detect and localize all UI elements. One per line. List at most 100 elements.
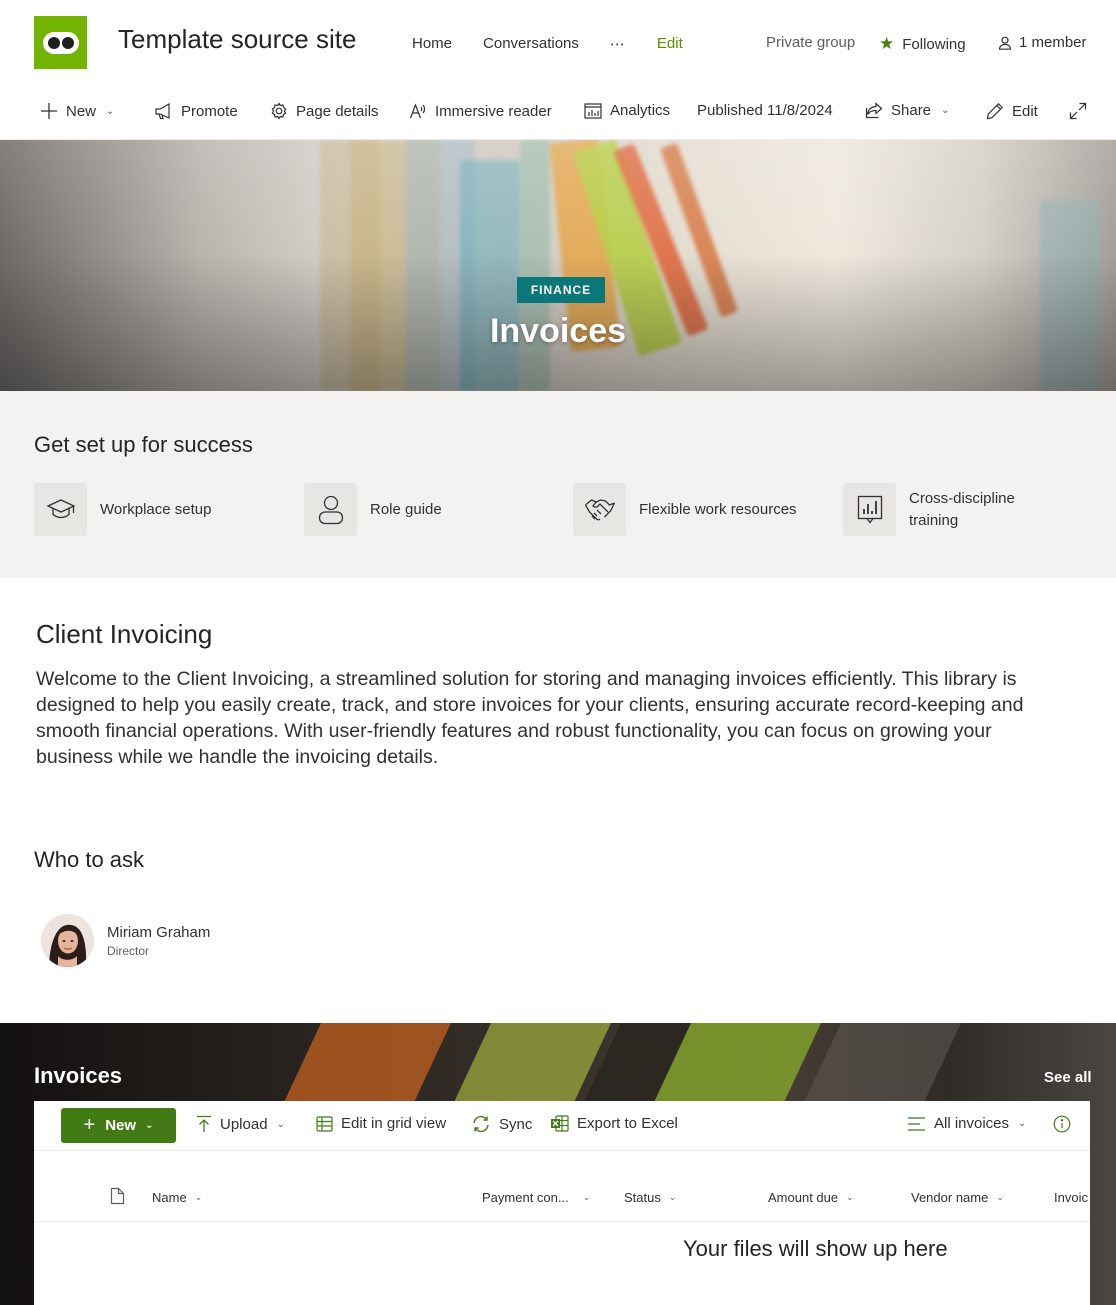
share-icon — [865, 102, 883, 119]
upload-button[interactable]: Upload ⌄ — [196, 1115, 285, 1133]
quick-link-workplace-setup[interactable]: Workplace setup — [34, 483, 211, 536]
new-label: New — [66, 102, 97, 120]
column-header-label: Name — [152, 1190, 187, 1205]
quick-links-section: Get set up for success Workplace setup R… — [0, 391, 1116, 578]
info-icon — [1053, 1115, 1071, 1133]
megaphone-icon — [155, 102, 170, 120]
promote-button[interactable]: Promote — [154, 102, 238, 120]
plus-icon: + — [83, 1114, 96, 1136]
analytics-icon — [584, 102, 602, 119]
nav-home-link[interactable]: Home — [412, 35, 452, 53]
expand-icon — [1069, 102, 1087, 120]
quick-link-label: Role guide — [370, 500, 442, 518]
column-header-label: Amount due — [768, 1190, 839, 1205]
grid-icon — [316, 1115, 333, 1132]
site-logo[interactable] — [34, 16, 87, 69]
see-all-link[interactable]: See all — [1044, 1069, 1092, 1086]
immersive-reader-button[interactable]: Immersive reader — [409, 102, 552, 120]
column-header-name[interactable]: Name ⌄ — [152, 1190, 202, 1205]
column-header-vendor-name[interactable]: Vendor name ⌄ — [911, 1190, 1004, 1205]
group-privacy-label: Private group — [766, 34, 856, 51]
column-header-amount-due[interactable]: Amount due ⌄ — [768, 1190, 854, 1205]
immersive-reader-icon — [409, 103, 426, 119]
edit-label: Edit — [1012, 102, 1038, 120]
column-header-invoice[interactable]: Invoic — [1054, 1190, 1090, 1205]
hero-topic-tag[interactable]: FINANCE — [517, 277, 605, 303]
promote-label: Promote — [181, 102, 238, 120]
chevron-down-icon: ⌄ — [582, 1192, 591, 1202]
library-command-bar: + New ⌄ Upload ⌄ Edit in grid view Sync — [34, 1101, 1090, 1151]
site-title[interactable]: Template source site — [118, 24, 356, 55]
sync-label: Sync — [499, 1115, 533, 1133]
nav-more-icon[interactable]: ⋯ — [610, 35, 626, 53]
view-switcher-label: All invoices — [934, 1115, 1010, 1132]
published-status[interactable]: Published 11/8/2024 — [697, 102, 833, 119]
document-library: + New ⌄ Upload ⌄ Edit in grid view Sync — [34, 1101, 1090, 1305]
chevron-down-icon: ⌄ — [941, 105, 950, 116]
person-icon — [998, 36, 1012, 50]
quick-link-label: Cross-discipline training — [909, 489, 1015, 529]
sync-button[interactable]: Sync — [471, 1115, 532, 1133]
analytics-label: Analytics — [610, 102, 671, 119]
file-type-column[interactable] — [110, 1187, 125, 1205]
chevron-down-icon: ⌄ — [996, 1192, 1004, 1202]
column-header-label: Vendor name — [911, 1190, 989, 1205]
following-button[interactable]: ★ Following — [879, 34, 966, 54]
column-header-label: Payment con... — [482, 1190, 569, 1205]
column-header-payment[interactable]: Payment con... ⌄ — [482, 1190, 590, 1205]
edit-grid-view-button[interactable]: Edit in grid view — [316, 1115, 446, 1132]
site-nav: Home Conversations ⋯ Edit — [412, 35, 683, 53]
chart-board-icon — [843, 483, 896, 536]
library-new-button[interactable]: + New ⌄ — [61, 1108, 176, 1143]
edit-page-button[interactable]: Edit — [986, 102, 1038, 120]
logo-glasses-icon — [42, 31, 79, 54]
quick-link-cross-discipline[interactable]: Cross-discipline training — [843, 483, 1027, 536]
view-switcher-button[interactable]: All invoices ⌄ — [907, 1115, 1026, 1132]
person-icon — [304, 483, 357, 536]
client-invoicing-description: Welcome to the Client Invoicing, a strea… — [36, 668, 1024, 768]
immersive-reader-label: Immersive reader — [435, 102, 552, 120]
column-header-label: Invoic — [1054, 1190, 1088, 1205]
view-options-icon — [908, 1116, 925, 1131]
quick-link-flexible-work[interactable]: Flexible work resources — [573, 483, 797, 536]
nav-edit-link[interactable]: Edit — [657, 35, 683, 53]
sync-icon — [473, 1115, 489, 1133]
person-name: Miriam Graham — [107, 923, 211, 941]
members-label: 1 member — [1019, 34, 1087, 51]
handshake-icon — [573, 483, 626, 536]
hero-decoration — [799, 1023, 961, 1113]
share-button[interactable]: Share ⌄ — [865, 102, 949, 119]
person-card[interactable]: Miriam Graham Director — [41, 914, 210, 967]
pencil-icon — [986, 102, 1004, 120]
export-excel-button[interactable]: Export to Excel — [550, 1115, 678, 1132]
star-icon: ★ — [879, 34, 895, 53]
analytics-button[interactable]: Analytics — [584, 102, 670, 119]
page-command-bar: New ⌄ Promote Page details Immersive rea… — [0, 86, 1116, 140]
quick-links-title: Get set up for success — [34, 432, 253, 457]
chevron-down-icon: ⌄ — [106, 105, 115, 117]
members-button[interactable]: 1 member — [998, 34, 1087, 51]
document-icon — [110, 1187, 125, 1205]
graduation-cap-icon — [34, 483, 87, 536]
nav-conversations-link[interactable]: Conversations — [483, 35, 579, 53]
page-details-button[interactable]: Page details — [270, 102, 379, 120]
hero-banner — [0, 140, 1116, 391]
quick-link-role-guide[interactable]: Role guide — [304, 483, 442, 536]
new-button[interactable]: New ⌄ — [40, 102, 114, 120]
quick-link-label: Flexible work resources — [639, 500, 797, 518]
chevron-down-icon: ⌄ — [194, 1192, 203, 1202]
person-details: Miriam Graham Director — [107, 924, 210, 958]
hero-decoration — [279, 1023, 451, 1113]
info-button[interactable] — [1053, 1115, 1079, 1133]
hero-shade — [0, 140, 1116, 391]
expand-button[interactable] — [1069, 102, 1095, 120]
column-header-status[interactable]: Status ⌄ — [624, 1190, 676, 1205]
share-label: Share — [891, 102, 932, 119]
edit-grid-view-label: Edit in grid view — [341, 1115, 447, 1132]
invoices-library-title[interactable]: Invoices — [34, 1063, 122, 1089]
site-header: Template source site Home Conversations … — [0, 0, 1116, 86]
column-header-label: Status — [624, 1190, 661, 1205]
avatar — [41, 914, 94, 967]
chevron-down-icon: ⌄ — [1018, 1118, 1027, 1129]
library-new-label: New — [105, 1117, 137, 1134]
